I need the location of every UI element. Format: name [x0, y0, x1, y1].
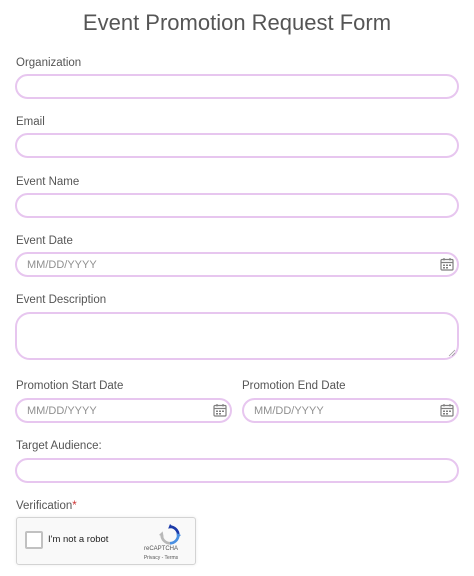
recaptcha-privacy-terms-link[interactable]: Privacy - Terms — [135, 555, 187, 561]
event-date-label: Event Date — [16, 235, 73, 247]
email-input[interactable] — [15, 133, 459, 158]
promotion-start-date-label: Promotion Start Date — [16, 380, 124, 392]
email-label: Email — [16, 116, 45, 128]
recaptcha-logo-icon — [159, 524, 181, 545]
recaptcha-checkbox-label: I'm not a robot — [48, 534, 109, 545]
event-date-input[interactable] — [15, 252, 459, 277]
calendar-icon[interactable] — [440, 257, 454, 271]
event-promotion-form: Event Promotion Request Form Organizatio… — [0, 0, 474, 576]
event-name-label: Event Name — [16, 176, 80, 188]
promotion-end-date-input[interactable] — [242, 398, 459, 423]
promotion-end-date-label: Promotion End Date — [242, 380, 346, 392]
recaptcha-checkbox[interactable] — [25, 531, 43, 549]
target-audience-input[interactable] — [15, 458, 459, 483]
verification-label: Verification* — [16, 500, 77, 512]
organization-label: Organization — [16, 57, 82, 69]
event-description-textarea[interactable] — [15, 312, 459, 360]
organization-input[interactable] — [15, 74, 459, 99]
event-name-input[interactable] — [15, 193, 459, 218]
recaptcha-widget: I'm not a robot reCAPTCHA Privacy - Term… — [16, 517, 196, 565]
target-audience-label: Target Audience: — [16, 440, 102, 452]
page-title: Event Promotion Request Form — [82, 10, 392, 35]
promotion-start-date-input[interactable] — [15, 398, 232, 423]
verification-label-text: Verification — [16, 500, 73, 512]
calendar-icon[interactable] — [213, 403, 227, 417]
calendar-icon[interactable] — [440, 403, 454, 417]
recaptcha-brand: reCAPTCHA — [143, 546, 178, 552]
resize-handle-icon[interactable] — [448, 349, 456, 357]
required-asterisk: * — [72, 500, 77, 512]
event-description-label: Event Description — [16, 294, 107, 306]
